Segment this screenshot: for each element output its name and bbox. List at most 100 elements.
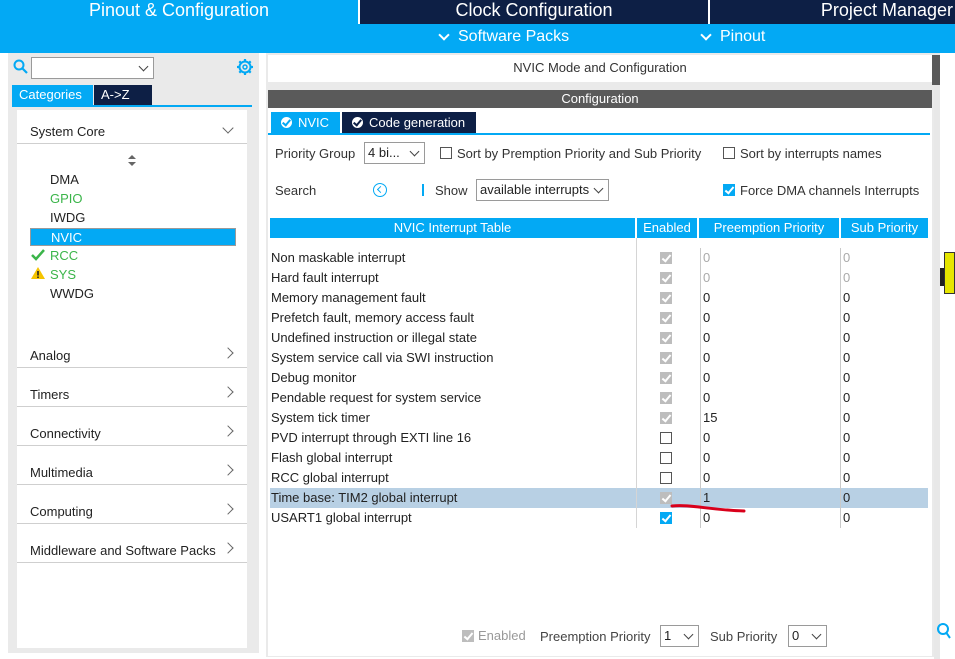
category-search-input[interactable] — [31, 57, 154, 79]
table-row[interactable]: Prefetch fault, memory access fault 0 0 — [270, 308, 928, 328]
header-enabled[interactable]: Enabled — [637, 218, 697, 238]
group-middleware[interactable]: Middleware and Software Packs — [30, 543, 216, 558]
header-preemption-priority[interactable]: Preemption Priority — [699, 218, 839, 238]
group-system-core[interactable]: System Core — [30, 124, 105, 139]
table-row[interactable]: Undefined instruction or illegal state 0 0 — [270, 328, 928, 348]
tab-a-z[interactable]: A->Z — [94, 85, 152, 105]
enabled-checkbox[interactable] — [660, 432, 672, 444]
zoom-search-icon[interactable] — [935, 622, 951, 640]
sub-priority-cell[interactable]: 0 — [840, 508, 928, 528]
group-analog[interactable]: Analog — [30, 348, 70, 363]
sub-priority-cell[interactable]: 0 — [840, 428, 928, 448]
sub-priority-cell[interactable]: 0 — [840, 288, 928, 308]
priority-group-select[interactable]: 4 bi... — [364, 142, 425, 164]
tab-clock-configuration[interactable]: Clock Configuration — [360, 0, 708, 24]
sub-priority-cell[interactable]: 0 — [840, 368, 928, 388]
sort-icon[interactable] — [127, 155, 137, 167]
preemption-priority-cell[interactable]: 0 — [700, 428, 840, 448]
item-nvic[interactable]: NVIC — [30, 228, 236, 246]
force-dma-checkbox[interactable] — [723, 184, 735, 196]
table-row[interactable]: PVD interrupt through EXTI line 16 0 0 — [270, 428, 928, 448]
table-row[interactable]: Pendable request for system service 0 0 — [270, 388, 928, 408]
enabled-checkbox[interactable] — [660, 272, 672, 284]
collapse-handle[interactable] — [932, 55, 940, 85]
preemption-priority-cell[interactable]: 0 — [700, 248, 840, 268]
enabled-checkbox[interactable] — [660, 372, 672, 384]
preemption-priority-cell[interactable]: 0 — [700, 448, 840, 468]
preemption-priority-cell[interactable]: 0 — [700, 348, 840, 368]
tab-project-manager[interactable]: Project Manager — [710, 0, 955, 24]
table-row[interactable]: Flash global interrupt 0 0 — [270, 448, 928, 468]
sort-premption-label: Sort by Premption Priority and Sub Prior… — [457, 146, 702, 161]
group-connectivity[interactable]: Connectivity — [30, 426, 101, 441]
enabled-checkbox[interactable] — [660, 412, 672, 424]
table-row[interactable]: Time base: TIM2 global interrupt 1 0 — [270, 488, 928, 508]
sub-priority-select[interactable]: 0 — [788, 625, 827, 647]
sub-priority-cell[interactable]: 0 — [840, 328, 928, 348]
preemption-priority-select[interactable]: 1 — [660, 625, 699, 647]
pinout-menu[interactable]: Pinout — [700, 28, 765, 46]
preemption-priority-cell[interactable]: 0 — [700, 368, 840, 388]
chevron-down-icon — [811, 629, 822, 640]
group-timers[interactable]: Timers — [30, 387, 69, 402]
group-multimedia[interactable]: Multimedia — [30, 465, 93, 480]
next-icon[interactable] — [422, 184, 424, 196]
tab-nvic[interactable]: NVIC — [271, 112, 340, 133]
table-row[interactable]: USART1 global interrupt 0 0 — [270, 508, 928, 528]
table-row[interactable]: RCC global interrupt 0 0 — [270, 468, 928, 488]
software-packs-menu[interactable]: Software Packs — [438, 28, 569, 46]
enabled-checkbox[interactable] — [660, 292, 672, 304]
header-interrupt-table[interactable]: NVIC Interrupt Table — [270, 218, 635, 238]
enabled-checkbox[interactable] — [660, 352, 672, 364]
sub-priority-cell[interactable]: 0 — [840, 448, 928, 468]
tab-code-generation[interactable]: Code generation — [342, 112, 476, 133]
preemption-priority-cell[interactable]: 0 — [700, 328, 840, 348]
enabled-checkbox[interactable] — [660, 392, 672, 404]
sub-priority-cell[interactable]: 0 — [840, 268, 928, 288]
sub-priority-cell[interactable]: 0 — [840, 408, 928, 428]
previous-icon[interactable] — [373, 183, 387, 197]
tab-pinout-configuration[interactable]: Pinout & Configuration — [0, 0, 358, 24]
table-row[interactable]: Hard fault interrupt 0 0 — [270, 268, 928, 288]
sub-priority-cell[interactable]: 0 — [840, 388, 928, 408]
divider — [17, 445, 247, 446]
preemption-priority-cell[interactable]: 0 — [700, 468, 840, 488]
sort-premption-checkbox[interactable] — [440, 147, 452, 159]
item-gpio[interactable]: GPIO — [50, 191, 83, 206]
preemption-priority-value: 1 — [664, 628, 672, 643]
table-row[interactable]: Debug monitor 0 0 — [270, 368, 928, 388]
item-dma[interactable]: DMA — [50, 172, 79, 187]
sub-priority-cell[interactable]: 0 — [840, 248, 928, 268]
search-icon[interactable] — [13, 59, 29, 75]
table-row[interactable]: System tick timer 15 0 — [270, 408, 928, 428]
enabled-checkbox[interactable] — [660, 312, 672, 324]
item-wwdg[interactable]: WWDG — [50, 286, 94, 301]
item-rcc[interactable]: RCC — [50, 248, 78, 263]
gear-icon[interactable] — [236, 58, 254, 76]
table-row[interactable]: Non maskable interrupt 0 0 — [270, 248, 928, 268]
table-row[interactable]: System service call via SWI instruction 0… — [270, 348, 928, 368]
sub-priority-cell[interactable]: 0 — [840, 348, 928, 368]
sub-priority-cell[interactable]: 0 — [840, 308, 928, 328]
item-iwdg[interactable]: IWDG — [50, 210, 85, 225]
tab-categories[interactable]: Categories — [12, 85, 93, 105]
preemption-priority-cell[interactable]: 0 — [700, 288, 840, 308]
preemption-priority-cell[interactable]: 15 — [700, 408, 840, 428]
enabled-checkbox[interactable] — [660, 332, 672, 344]
preemption-priority-cell[interactable]: 0 — [700, 268, 840, 288]
show-select[interactable]: available interrupts — [476, 179, 609, 201]
sub-priority-cell[interactable]: 0 — [840, 468, 928, 488]
enabled-checkbox[interactable] — [660, 452, 672, 464]
enabled-checkbox[interactable] — [660, 252, 672, 264]
preemption-priority-cell[interactable]: 0 — [700, 308, 840, 328]
enabled-checkbox[interactable] — [462, 630, 474, 642]
enabled-checkbox[interactable] — [660, 472, 672, 484]
chevron-down-icon — [409, 146, 420, 157]
header-sub-priority[interactable]: Sub Priority — [841, 218, 928, 238]
preemption-priority-cell[interactable]: 0 — [700, 388, 840, 408]
sub-priority-cell[interactable]: 0 — [840, 488, 928, 508]
table-row[interactable]: Memory management fault 0 0 — [270, 288, 928, 308]
group-computing[interactable]: Computing — [30, 504, 93, 519]
item-sys[interactable]: SYS — [50, 267, 76, 282]
sort-names-checkbox[interactable] — [723, 147, 735, 159]
